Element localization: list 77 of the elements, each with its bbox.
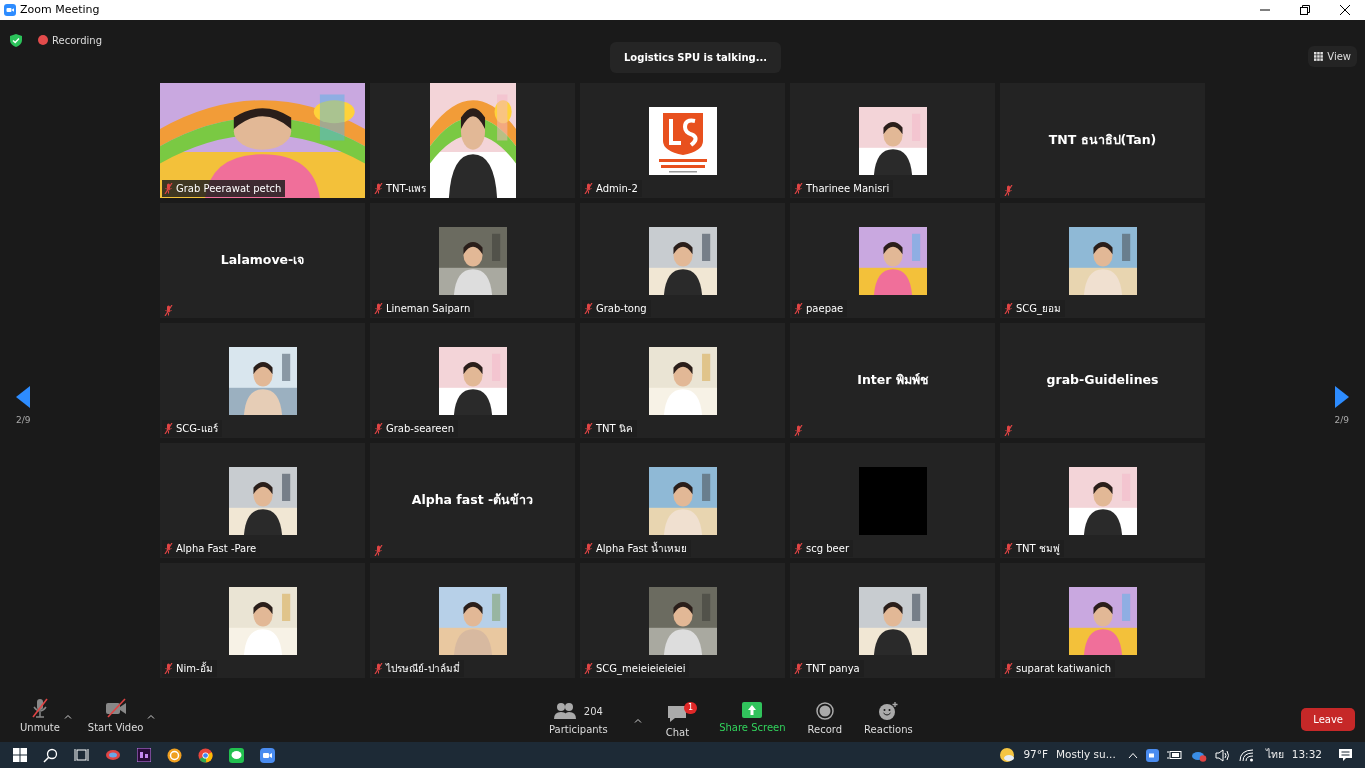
coin-app-icon[interactable] [167, 747, 182, 763]
participant-name: scg beer [806, 542, 849, 556]
participant-count: 204 [583, 704, 603, 719]
shield-icon[interactable] [10, 33, 22, 47]
participant-name: TNT นิค [596, 422, 633, 436]
close-icon [1340, 5, 1350, 15]
participant-name: Admin-2 [596, 182, 638, 196]
page-indicator: 2/9 [16, 414, 31, 427]
start-video-button[interactable]: Start Video [87, 697, 144, 735]
participant-name: TNT ธนาธิป(Tan) [1048, 131, 1157, 150]
participant-name: TNT ชมพู่ [1016, 542, 1060, 556]
participant-name: Alpha Fast น้ำเหมย [596, 541, 687, 556]
reactions-icon [878, 702, 899, 720]
chat-icon [667, 705, 688, 723]
reactions-button[interactable]: Reactions [864, 702, 913, 740]
people-icon [553, 702, 576, 720]
participant-name: Grab Peerawat petch [176, 182, 282, 196]
participant-name: Lalamove-เจ [220, 251, 305, 270]
view-button[interactable]: View [1308, 46, 1357, 67]
window-title: Zoom Meeting [20, 1, 100, 18]
participant-name: TNT panya [806, 662, 860, 676]
app-icon[interactable] [104, 748, 121, 762]
participant-name: SCG_ยอม [1016, 302, 1062, 316]
participant-name: Tharinee Manisri [806, 182, 890, 196]
record-icon [815, 702, 834, 720]
next-page-icon[interactable] [1334, 386, 1349, 408]
notification-icon[interactable] [1338, 748, 1353, 763]
battery-icon[interactable] [1166, 750, 1183, 760]
chrome-icon[interactable] [198, 747, 213, 763]
participant-name: suparat katiwanich [1016, 662, 1112, 676]
participant-name: Inter พิมพ์ช [857, 371, 928, 390]
grid-icon [1314, 52, 1324, 61]
participants-button[interactable]: 204 Participants [549, 702, 608, 740]
wifi-icon[interactable] [1238, 748, 1254, 762]
unmute-button[interactable]: Unmute [20, 697, 60, 735]
record-button[interactable]: Record [807, 702, 843, 740]
clock[interactable]: 13:32 [1291, 747, 1322, 763]
participant-name: Grab-seareen [386, 422, 454, 436]
leave-button[interactable]: Leave [1301, 708, 1355, 731]
task-view-icon[interactable] [74, 748, 89, 762]
participant-name: Grab-tong [596, 302, 647, 316]
participant-name: Alpha fast -ต้นข้าว [411, 491, 534, 510]
chat-button[interactable]: 1 Chat [657, 702, 698, 740]
participant-name: Alpha Fast -Pare [176, 542, 257, 556]
notification-badge: 1 [684, 702, 698, 714]
share-screen-icon [742, 702, 763, 718]
participant-name: paepae [806, 302, 844, 316]
premiere-icon[interactable] [136, 748, 151, 762]
zoom-tray-icon[interactable] [1145, 748, 1159, 762]
participant-name: Lineman Saiparn [386, 302, 471, 316]
previous-page-icon[interactable] [16, 386, 31, 408]
share-screen-button[interactable]: Share Screen [719, 702, 786, 740]
recording-label: Recording [52, 33, 102, 48]
weather-label: Mostly su... [1056, 747, 1116, 763]
language-indicator[interactable]: ไทย [1265, 747, 1284, 763]
search-icon[interactable] [43, 747, 58, 763]
line-chat-icon[interactable] [229, 747, 244, 763]
speaker-toast: Logistics SPU is talking... [610, 42, 782, 73]
speaker-icon[interactable] [1214, 748, 1231, 762]
chevron-up-icon[interactable] [1127, 751, 1138, 759]
caret-icon[interactable] [63, 713, 72, 719]
participant-name: TNT-แพร [386, 182, 427, 196]
caret-icon[interactable] [147, 713, 156, 719]
zoom-app-icon[interactable] [260, 747, 275, 763]
weather-sun-icon [999, 747, 1016, 763]
participant-name: SCG_meieieieieiei [596, 662, 686, 676]
restore-icon [1300, 5, 1310, 15]
recording-dot-icon [38, 35, 48, 45]
caret-icon[interactable] [633, 718, 642, 723]
participant-name: grab-Guidelines [1046, 371, 1159, 390]
temperature-label: 97°F [1023, 747, 1049, 763]
participant-name: ไปรษณีย์-ปาล์มมี่ [386, 661, 460, 676]
page-indicator: 2/9 [1334, 414, 1349, 427]
participant-name: Nim-อั้ม [176, 661, 213, 676]
zoom-logo-icon [4, 4, 16, 16]
participant-name: SCG-แอร์ [176, 422, 218, 436]
windows-start-icon[interactable] [12, 748, 27, 762]
